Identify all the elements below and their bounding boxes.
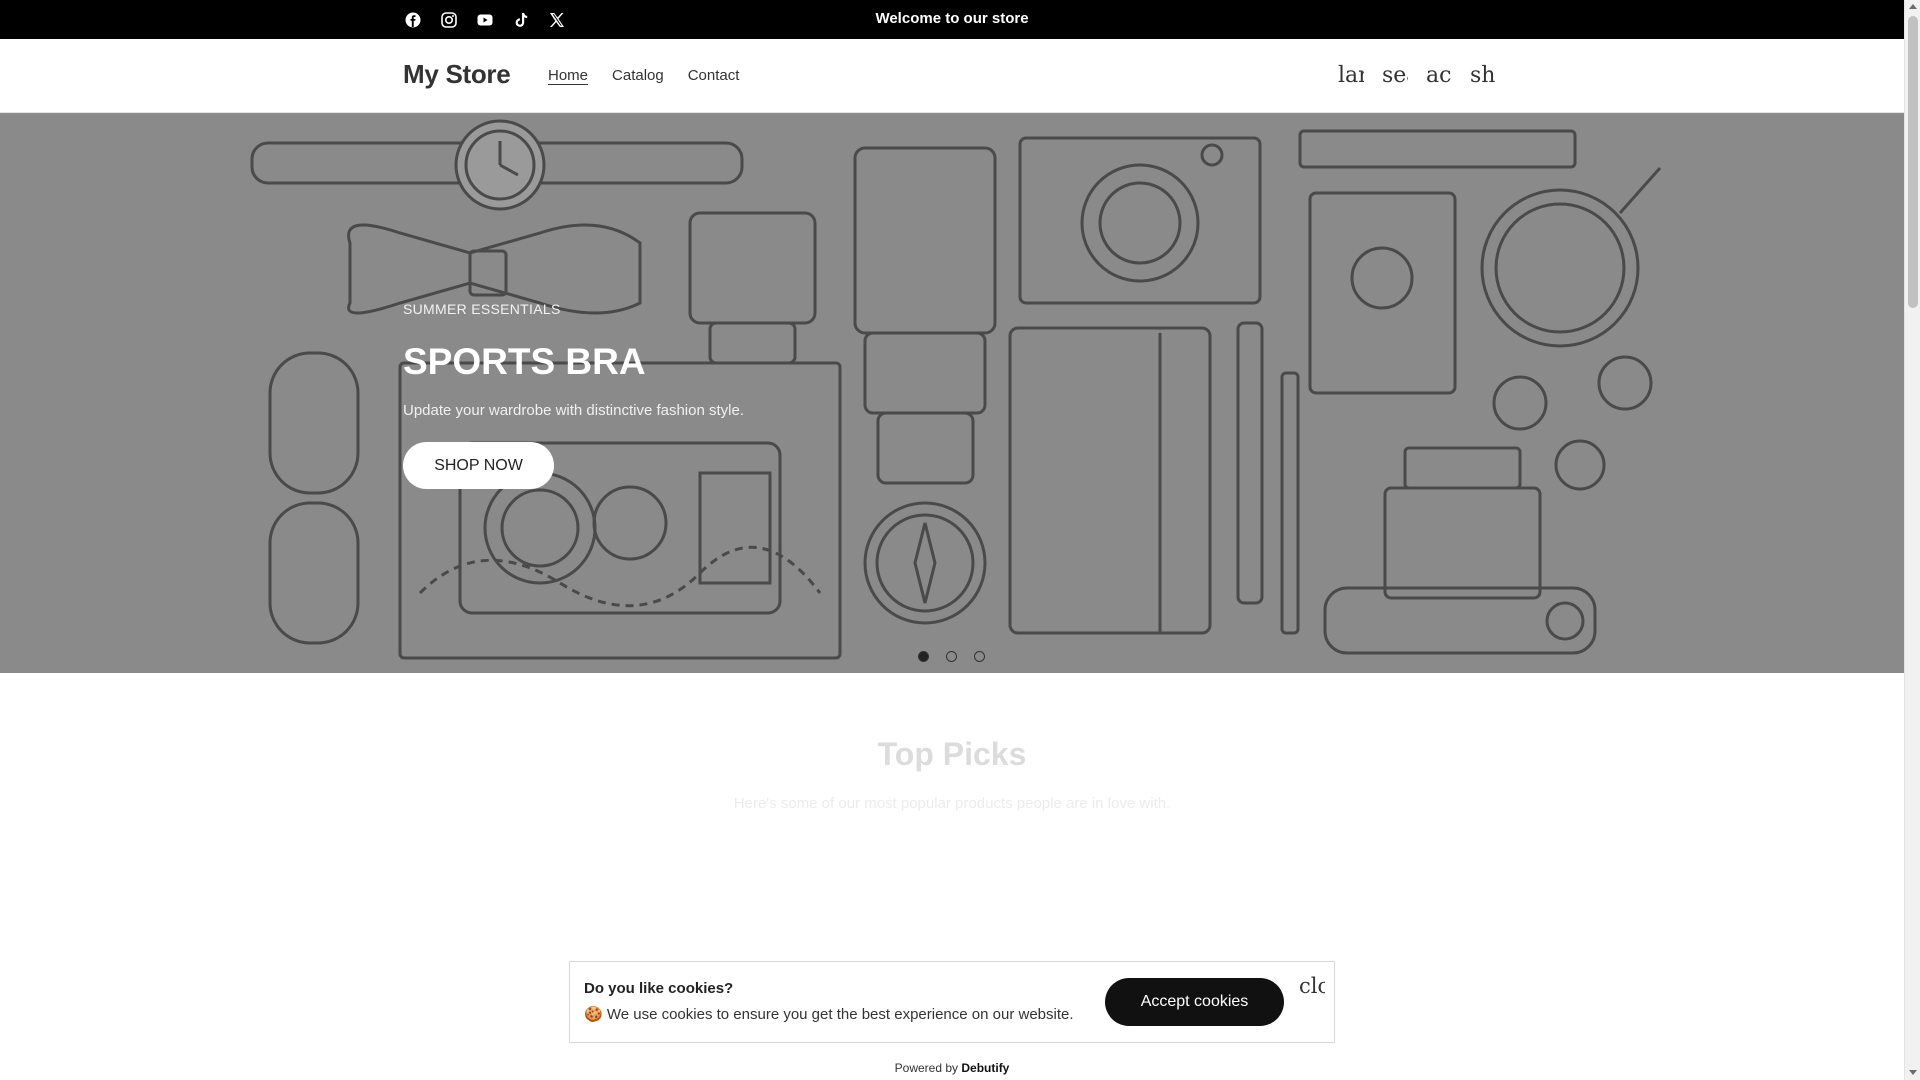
account-icon[interactable]: acc bbox=[1426, 61, 1452, 91]
slide-dot-3[interactable] bbox=[974, 651, 985, 662]
cookie-banner: Do you like cookies? 🍪 We use cookies to… bbox=[569, 961, 1335, 1043]
accept-cookies-button[interactable]: Accept cookies bbox=[1105, 978, 1284, 1026]
close-icon[interactable]: clo bbox=[1299, 974, 1325, 1002]
shopping-bag-icon[interactable]: sho bbox=[1470, 61, 1496, 91]
site-header: My Store Home Catalog Contact lar sea ac… bbox=[0, 39, 1904, 113]
instagram-icon[interactable] bbox=[441, 10, 477, 30]
scrollbar-thumb[interactable] bbox=[1908, 16, 1918, 308]
x-twitter-icon[interactable] bbox=[549, 10, 585, 30]
search-icon[interactable]: sea bbox=[1382, 61, 1408, 91]
social-links bbox=[405, 10, 585, 30]
hero-background-illustration bbox=[250, 119, 1662, 660]
powered-by-prefix: Powered by bbox=[894, 1061, 959, 1075]
slide-dot-2[interactable] bbox=[946, 651, 957, 662]
hero-title: SPORTS BRA bbox=[403, 341, 646, 382]
language-icon[interactable]: lar bbox=[1338, 61, 1364, 91]
hero-slideshow: SUMMER ESSENTIALS SPORTS BRA Update your… bbox=[0, 113, 1904, 673]
announcement-text: Welcome to our store bbox=[875, 10, 1029, 27]
announcement-bar: Welcome to our store bbox=[0, 0, 1904, 39]
page-scrollbar[interactable] bbox=[1904, 0, 1920, 1080]
tiktok-icon[interactable] bbox=[513, 10, 549, 30]
hero-text: Update your wardrobe with distinctive fa… bbox=[403, 402, 745, 419]
nav-contact[interactable]: Contact bbox=[688, 67, 740, 84]
main-nav: Home Catalog Contact bbox=[548, 67, 739, 84]
nav-home[interactable]: Home bbox=[548, 67, 588, 84]
youtube-icon[interactable] bbox=[477, 10, 513, 30]
store-logo[interactable]: My Store bbox=[403, 59, 511, 90]
slideshow-dots bbox=[918, 651, 985, 662]
powered-by: Powered by Debutify bbox=[0, 1061, 1904, 1075]
nav-catalog[interactable]: Catalog bbox=[612, 67, 664, 84]
powered-by-brand[interactable]: Debutify bbox=[961, 1061, 1009, 1075]
slide-dot-1[interactable] bbox=[918, 651, 929, 662]
scroll-down-icon[interactable] bbox=[1909, 1070, 1917, 1075]
cookie-heading: Do you like cookies? bbox=[584, 980, 734, 997]
top-picks-subtitle: Here's some of our most popular products… bbox=[733, 795, 1171, 812]
scroll-up-icon[interactable] bbox=[1909, 4, 1917, 9]
top-picks-title: Top Picks bbox=[877, 736, 1027, 772]
cookie-text: 🍪 We use cookies to ensure you get the b… bbox=[584, 1006, 1074, 1023]
facebook-icon[interactable] bbox=[405, 10, 441, 30]
header-icons: lar sea acc sho bbox=[1338, 61, 1496, 91]
hero-eyebrow: SUMMER ESSENTIALS bbox=[403, 301, 561, 317]
shop-now-button[interactable]: SHOP NOW bbox=[403, 442, 554, 489]
